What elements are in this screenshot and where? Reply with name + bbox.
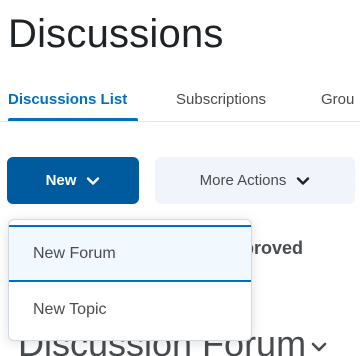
tab-divider [0, 121, 360, 122]
more-actions-label: More Actions [199, 172, 287, 189]
menu-item-label: New Forum [33, 244, 116, 262]
menu-item-new-topic[interactable]: New Topic [9, 282, 251, 337]
menu-item-new-forum[interactable]: New Forum [9, 225, 251, 282]
chevron-down-icon[interactable] [310, 340, 328, 354]
tab-groups[interactable]: Grou [321, 88, 354, 118]
new-button[interactable]: New [7, 157, 139, 204]
menu-item-label: New Topic [33, 300, 107, 318]
new-dropdown-menu: New Forum New Topic [8, 219, 252, 341]
tab-subscriptions[interactable]: Subscriptions [176, 88, 266, 118]
page-title: Discussions [8, 12, 224, 56]
more-actions-button[interactable]: More Actions [155, 157, 355, 204]
tab-bar: Discussions List Subscriptions Grou [0, 88, 360, 128]
chevron-down-icon [87, 176, 100, 185]
tab-discussions-list[interactable]: Discussions List [8, 88, 127, 118]
new-button-label: New [45, 172, 77, 189]
chevron-down-icon [297, 176, 310, 185]
